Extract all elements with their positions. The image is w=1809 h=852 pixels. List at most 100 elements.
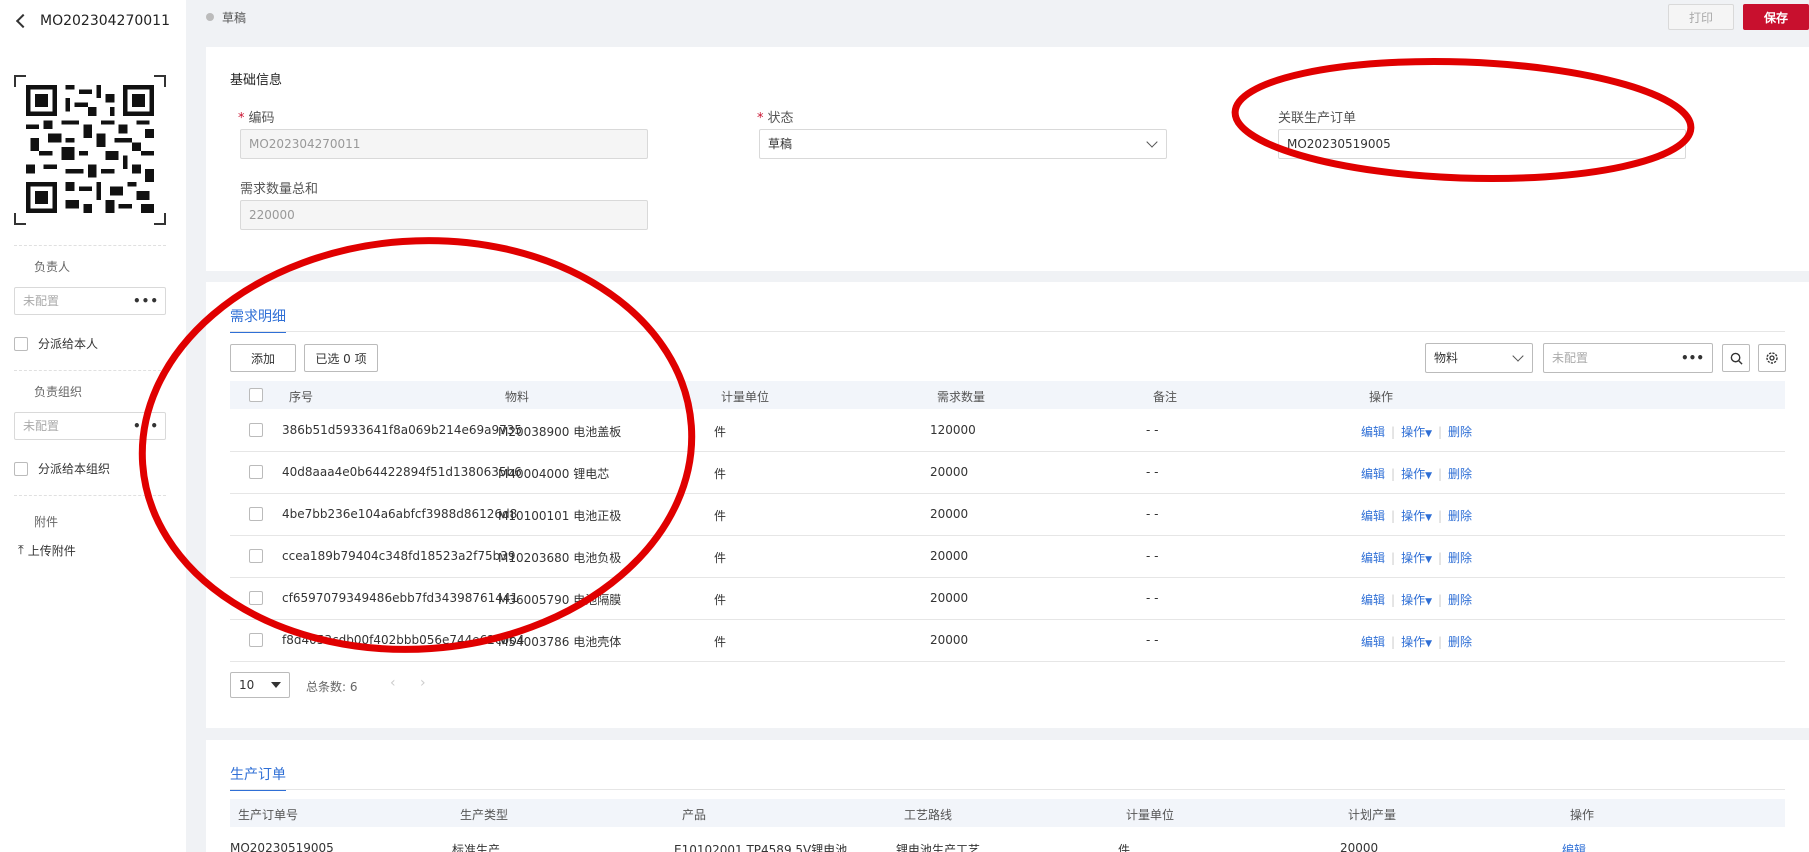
cell-id: 40d8aaa4e0b64422894f51d1380635b6 (282, 465, 522, 479)
more-icon: ••• (132, 294, 159, 308)
cell-material: M54003786 电池壳体 (498, 635, 622, 649)
edit-link[interactable]: 编辑 (1361, 425, 1385, 439)
row-actions: 编辑 | 操作▼ | 删除 (1361, 635, 1473, 649)
detail-table: 序号 物料 计量单位 需求数量 备注 操作 386b51d5933641f8a0… (230, 381, 1785, 669)
status-dot-icon (206, 13, 214, 21)
sidebar-divider (14, 370, 166, 371)
row-divider (230, 535, 1785, 536)
owner-select[interactable]: 未配置 ••• (14, 287, 166, 315)
row-checkbox[interactable] (249, 507, 263, 521)
delete-link[interactable]: 删除 (1448, 509, 1472, 523)
cell-unit: 件 (714, 467, 727, 481)
checkbox-icon (14, 336, 28, 351)
more-actions-link[interactable]: 操作▼ (1401, 593, 1432, 607)
edit-link[interactable]: 编辑 (1562, 841, 1586, 852)
tab-demand-detail[interactable]: 需求明细 (230, 306, 286, 333)
col-header: 备注 (1153, 390, 1178, 404)
cell-qty: 20000 (930, 507, 969, 521)
assign-self-checkbox[interactable]: 分派给本人 (14, 335, 98, 352)
status-select[interactable]: 草稿 (759, 129, 1167, 159)
col-header: 计量单位 (1126, 808, 1175, 822)
col-header: 操作 (1570, 808, 1595, 822)
org-select[interactable]: 未配置 ••• (14, 412, 166, 440)
next-page-icon[interactable]: › (420, 675, 426, 691)
col-header: 产品 (682, 808, 707, 822)
related-order-input[interactable]: MO20230519005 (1278, 129, 1686, 159)
more-icon: ••• (1680, 351, 1704, 365)
cell-qty: 20000 (930, 549, 969, 563)
more-actions-link[interactable]: 操作▼ (1401, 551, 1432, 565)
edit-link[interactable]: 编辑 (1361, 635, 1385, 649)
filter-value-input[interactable]: 未配置 ••• (1543, 343, 1713, 373)
product: E10102001 TP4589 5V锂电池 (674, 843, 848, 852)
filter-field-select[interactable]: 物料 (1425, 343, 1533, 373)
qty-total-input[interactable]: 220000 (240, 200, 648, 230)
upload-icon: ⤒ (18, 543, 24, 558)
caret-down-icon: ▼ (1425, 597, 1432, 607)
cell-qty: 120000 (930, 423, 976, 437)
search-button[interactable] (1722, 344, 1750, 372)
cell-unit: 件 (714, 425, 727, 439)
table-header: 生产订单号 生产类型 产品 工艺路线 计量单位 计划产量 操作 (230, 799, 1785, 827)
delete-link[interactable]: 删除 (1448, 425, 1472, 439)
more-actions-link[interactable]: 操作▼ (1401, 425, 1432, 439)
add-button[interactable]: 添加 (230, 344, 296, 372)
cell-id: 4be7bb236e104a6abfcf3988d86126d8 (282, 507, 518, 521)
more-actions-link[interactable]: 操作▼ (1401, 509, 1432, 523)
edit-link[interactable]: 编辑 (1361, 551, 1385, 565)
page-size-select[interactable]: 10 (230, 672, 290, 698)
save-button[interactable]: 保存 (1743, 4, 1809, 30)
planned-qty: 20000 (1340, 841, 1379, 852)
topbar: 草稿 打印 保存 (186, 0, 1809, 34)
cell-note: - - (1146, 591, 1159, 605)
status-label: * 状态 (757, 111, 794, 126)
upload-attachment-button[interactable]: ⤒ 上传附件 (18, 542, 76, 559)
more-actions-link[interactable]: 操作▼ (1401, 635, 1432, 649)
cell-material: M36005790 电池隔膜 (498, 593, 622, 607)
edit-link[interactable]: 编辑 (1361, 467, 1385, 481)
delete-link[interactable]: 删除 (1448, 593, 1472, 607)
row-checkbox[interactable] (249, 423, 263, 437)
chevron-down-icon (1146, 136, 1158, 148)
more-actions-link[interactable]: 操作▼ (1401, 467, 1432, 481)
caret-down-icon: ▼ (1425, 513, 1432, 523)
sidebar: MO202304270011 负责人 未配置 ••• 分派给本人 负责组织 未配… (0, 0, 186, 852)
code-input[interactable]: MO202304270011 (240, 129, 648, 159)
qr-code-icon (26, 85, 154, 213)
row-actions: 编辑 | 操作▼ | 删除 (1361, 425, 1473, 439)
settings-button[interactable] (1758, 344, 1786, 372)
row-checkbox[interactable] (249, 591, 263, 605)
more-icon: ••• (132, 419, 159, 433)
select-all-checkbox[interactable] (249, 388, 263, 402)
selected-count-button[interactable]: 已选 0 项 (304, 344, 378, 372)
edit-link[interactable]: 编辑 (1361, 509, 1385, 523)
delete-link[interactable]: 删除 (1448, 551, 1472, 565)
cell-note: - - (1146, 423, 1159, 437)
assign-org-checkbox[interactable]: 分派给本组织 (14, 460, 110, 477)
table-header: 序号 物料 计量单位 需求数量 备注 操作 (230, 381, 1785, 409)
delete-link[interactable]: 删除 (1448, 635, 1472, 649)
unit: 件 (1118, 843, 1131, 852)
cell-id: f8d4053cdb00f402bbb056e744e62c0b4 (282, 633, 525, 647)
qty-total-label: 需求数量总和 (240, 182, 319, 197)
code-label: * 编码 (238, 111, 275, 126)
print-button[interactable]: 打印 (1668, 4, 1734, 30)
col-header: 生产类型 (460, 808, 509, 822)
delete-link[interactable]: 删除 (1448, 467, 1472, 481)
sidebar-divider (14, 245, 166, 246)
cell-unit: 件 (714, 635, 727, 649)
record-title: MO202304270011 (40, 13, 170, 29)
row-checkbox[interactable] (249, 633, 263, 647)
tab-divider (230, 789, 1785, 790)
row-checkbox[interactable] (249, 465, 263, 479)
row-actions: 编辑 | 操作▼ | 删除 (1361, 509, 1473, 523)
cell-note: - - (1146, 507, 1159, 521)
owner-label: 负责人 (34, 260, 71, 274)
back-arrow-icon[interactable] (15, 13, 31, 29)
row-actions: 编辑 | 操作▼ | 删除 (1361, 551, 1473, 565)
prev-page-icon[interactable]: ‹ (390, 675, 396, 691)
tab-production-order[interactable]: 生产订单 (230, 764, 286, 791)
edit-link[interactable]: 编辑 (1361, 593, 1385, 607)
row-checkbox[interactable] (249, 549, 263, 563)
cell-note: - - (1146, 633, 1159, 647)
